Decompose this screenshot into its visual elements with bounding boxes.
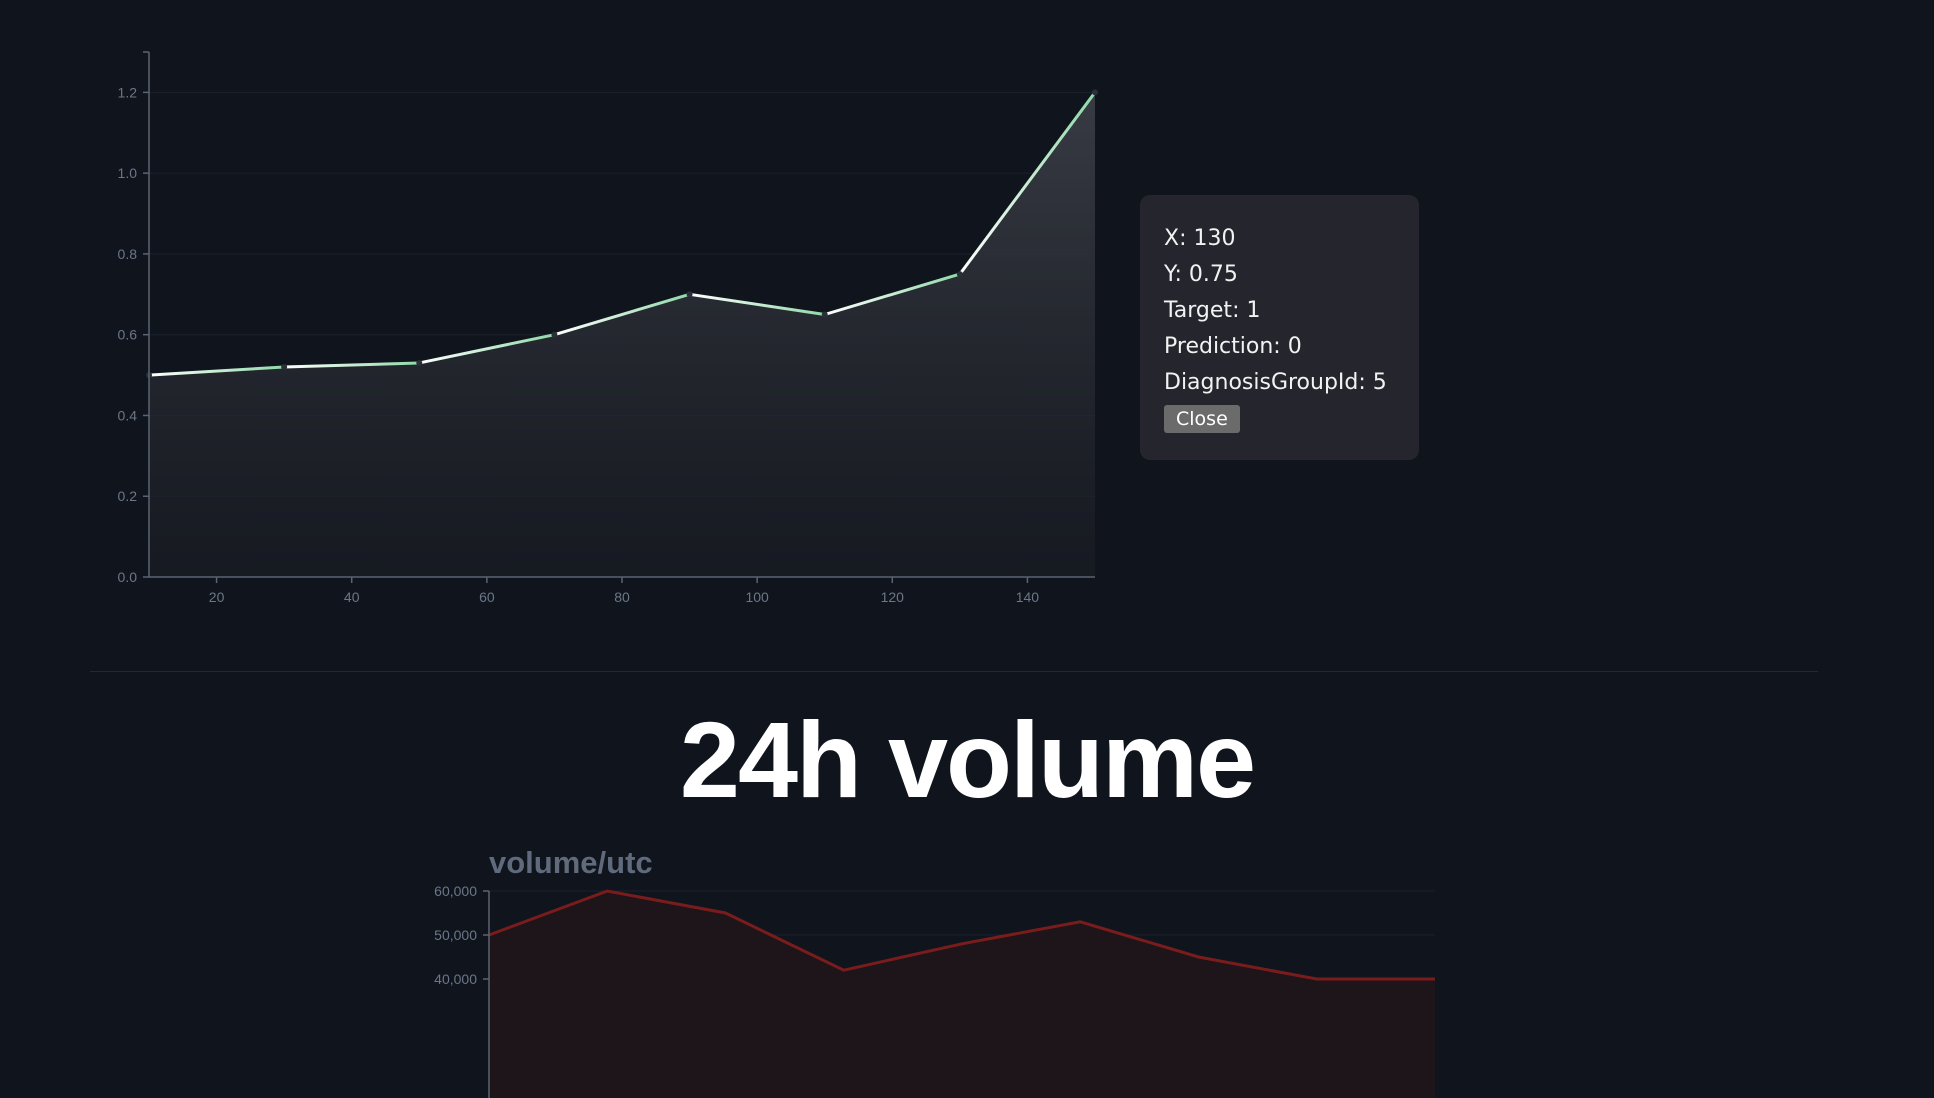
tooltip-y-value: 0.75 — [1188, 262, 1238, 287]
y-tick-label: 0.0 — [118, 569, 138, 585]
tooltip-y-row: Y: 0.75 — [1164, 257, 1395, 293]
x-tick-label: 40 — [344, 589, 360, 605]
tooltip-target-value: 1 — [1246, 298, 1261, 323]
y-tick-label: 40,000 — [434, 971, 477, 987]
tooltip-group-row: DiagnosisGroupId: 5 — [1164, 365, 1395, 401]
data-point — [956, 271, 963, 278]
tooltip-target-label: Target: — [1164, 298, 1247, 323]
tooltip-close-button[interactable]: Close — [1164, 405, 1240, 433]
tooltip-y-label: Y: — [1164, 262, 1189, 287]
data-point-tooltip: X: 130 Y: 0.75 Target: 1 Prediction: 0 D… — [1140, 195, 1419, 460]
data-point — [1092, 89, 1098, 96]
y-tick-label: 0.2 — [118, 488, 138, 504]
tooltip-target-row: Target: 1 — [1164, 293, 1395, 329]
x-tick-label: 120 — [881, 589, 905, 605]
y-tick-label: 50,000 — [434, 927, 477, 943]
data-point — [686, 291, 693, 298]
x-tick-label: 140 — [1016, 589, 1040, 605]
data-point — [416, 359, 423, 366]
data-point — [281, 364, 288, 370]
data-point — [551, 331, 558, 338]
x-tick-label: 20 — [209, 589, 225, 605]
feature-line-chart: 0.0 0.2 0.4 0.6 0.8 1.0 1.2 20 40 60 80 100 120 140 — [118, 51, 1098, 605]
tooltip-x-value: 130 — [1193, 226, 1236, 251]
data-point — [821, 311, 828, 318]
y-tick-label: 60,000 — [434, 883, 477, 899]
tooltip-group-value: 5 — [1372, 370, 1387, 395]
page-title: 24h volume — [679, 699, 1256, 820]
section-divider — [90, 671, 1818, 672]
y-tick-label: 1.0 — [118, 165, 138, 181]
y-tick-label: 1.2 — [118, 84, 138, 100]
tooltip-x-label: X: — [1164, 226, 1194, 251]
y-tick-label: 0.4 — [118, 407, 138, 423]
volume-area-chart: 60,000 50,000 40,000 — [434, 883, 1435, 1098]
y-tick-label: 0.8 — [118, 246, 138, 262]
tooltip-prediction-value: 0 — [1287, 334, 1302, 359]
x-tick-label: 80 — [614, 589, 630, 605]
tooltip-x-row: X: 130 — [1164, 221, 1395, 257]
x-tick-label: 100 — [745, 589, 769, 605]
area-fill — [489, 891, 1435, 1098]
tooltip-prediction-row: Prediction: 0 — [1164, 329, 1395, 365]
y-tick-label: 0.6 — [118, 327, 138, 343]
tooltip-group-label: DiagnosisGroupId: — [1164, 370, 1373, 395]
x-tick-label: 60 — [479, 589, 495, 605]
tooltip-prediction-label: Prediction: — [1164, 334, 1288, 359]
